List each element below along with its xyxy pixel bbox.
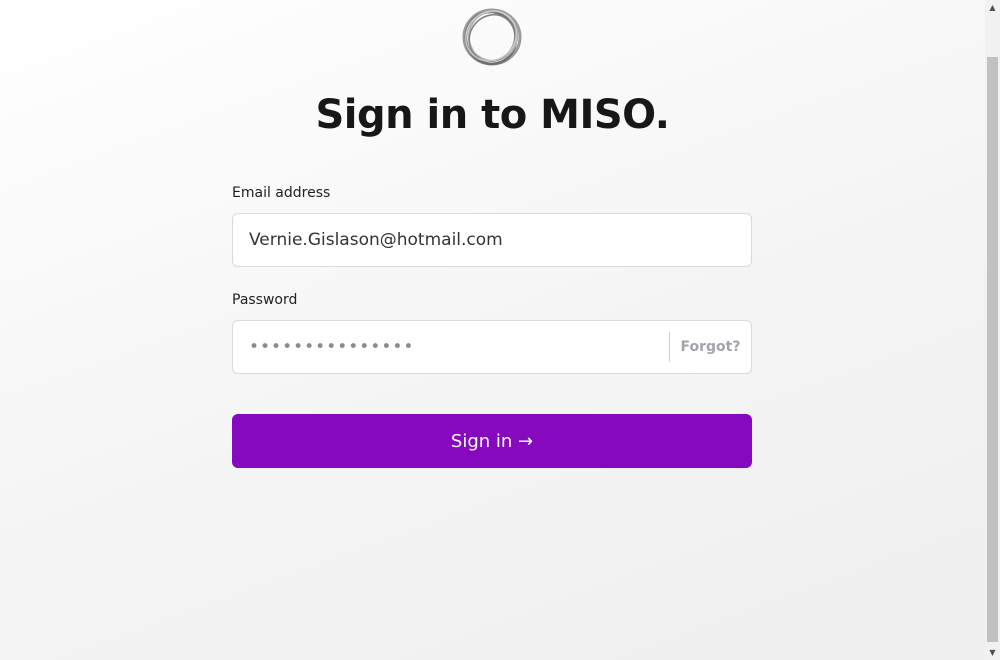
password-label: Password: [232, 292, 298, 308]
scroll-thumb[interactable]: [987, 57, 998, 642]
miso-logo-icon: [462, 8, 522, 66]
email-label: Email address: [232, 185, 331, 201]
scroll-up-icon[interactable]: ▲: [985, 0, 1000, 15]
vertical-scrollbar[interactable]: ▲ ▼: [985, 0, 1000, 660]
password-field-container[interactable]: Forgot?: [232, 320, 752, 374]
email-field[interactable]: [249, 214, 739, 266]
page-title: Sign in to MISO.: [315, 92, 670, 138]
sign-in-page: Sign in to MISO. Email address Password …: [0, 0, 985, 660]
sign-in-button[interactable]: Sign in →: [232, 414, 752, 468]
forgot-password-link[interactable]: Forgot?: [670, 321, 751, 373]
email-field-container[interactable]: [232, 213, 752, 267]
password-field[interactable]: [249, 321, 649, 373]
scroll-down-icon[interactable]: ▼: [985, 645, 1000, 660]
